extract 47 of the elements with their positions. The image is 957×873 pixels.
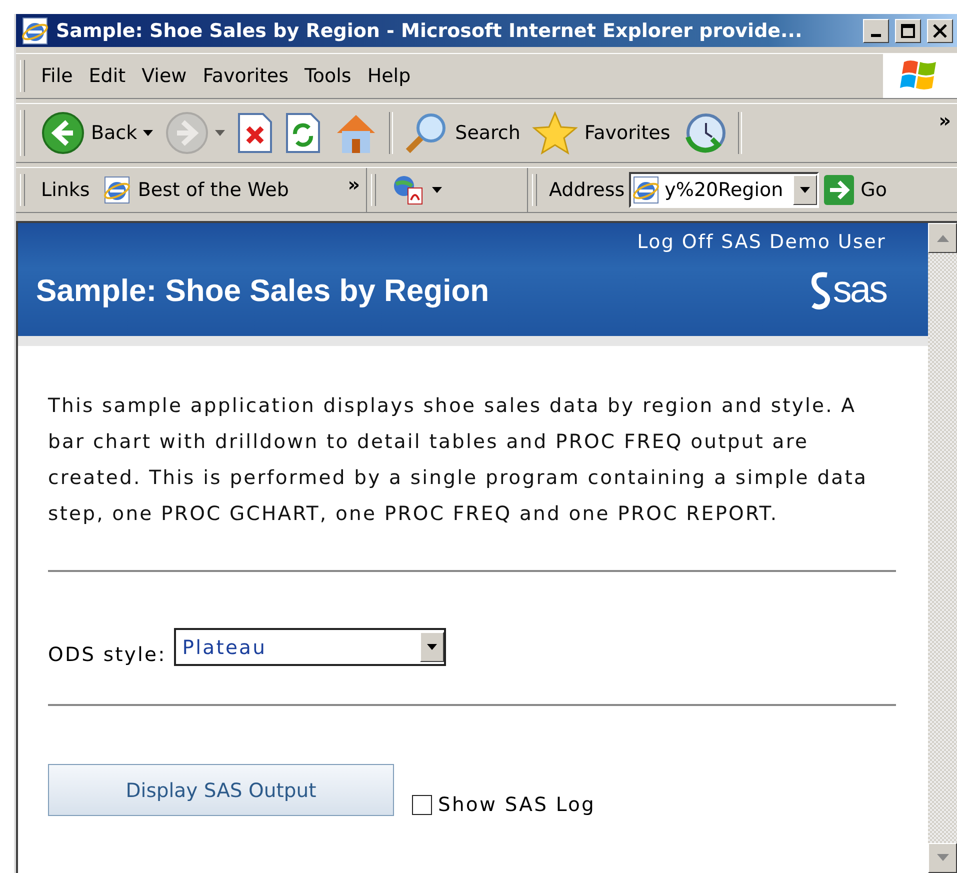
go-button[interactable]: Go — [818, 172, 892, 208]
menu-item[interactable]: Tools — [296, 61, 360, 91]
maximize-button[interactable] — [895, 18, 921, 42]
ods-style-select[interactable]: Plateau — [174, 628, 446, 666]
show-log-checkbox[interactable] — [412, 794, 432, 814]
close-button[interactable] — [927, 18, 953, 42]
display-output-button[interactable]: Display SAS Output — [48, 764, 394, 816]
favorite-link[interactable]: Best of the Web — [98, 173, 293, 207]
browser-page-icon — [20, 16, 50, 46]
menu-item[interactable]: View — [134, 61, 195, 91]
page-title: Sample: Shoe Sales by Region — [36, 272, 490, 308]
logo-text: sas — [832, 269, 886, 312]
search-button[interactable]: Search — [399, 109, 524, 157]
dropdown-arrow-icon — [800, 187, 810, 193]
back-button[interactable]: Back — [37, 109, 158, 157]
dropdown-arrow-icon — [427, 644, 438, 650]
window-title: Sample: Shoe Sales by Region - Microsoft Internet Explorer provide... — [56, 20, 804, 42]
scrollbar[interactable] — [928, 223, 957, 873]
address-label: Address — [548, 179, 626, 201]
ie-page-icon — [102, 175, 132, 205]
links-chevron[interactable]: » — [342, 174, 366, 196]
minimize-button[interactable] — [863, 18, 889, 42]
show-log-label: Show SAS Log — [438, 793, 596, 816]
address-field[interactable]: y%20Region — [628, 172, 819, 208]
caret-icon — [432, 187, 442, 193]
menu-item[interactable]: Favorites — [194, 61, 297, 91]
scroll-up-icon — [936, 234, 948, 242]
description-text: This sample application displays shoe sales data by region and style. A bar chart with drilldown to detail tables and PROC FREQ output are created. This is performed by a single program containing a simple data step, one PROC GCHART, one PROC FREQ and one PROC REPORT. — [48, 393, 869, 527]
menu-item[interactable]: Edit — [80, 61, 134, 91]
minimize-icon — [871, 34, 881, 36]
favorites-button[interactable]: Favorites — [528, 109, 674, 157]
ods-style-label: ODS style: — [48, 643, 166, 666]
menu-item[interactable]: File — [33, 61, 81, 91]
star-icon — [532, 111, 578, 155]
close-icon — [933, 24, 947, 38]
caret-icon — [215, 130, 226, 136]
ie-page-icon — [630, 175, 661, 205]
refresh-page-icon — [285, 112, 322, 154]
logoff-link[interactable]: Log Off SAS Demo User — [637, 231, 886, 253]
more-chevron[interactable]: » — [932, 110, 957, 132]
scroll-down-icon — [936, 854, 948, 862]
caret-icon — [143, 130, 154, 136]
maximize-icon — [901, 24, 915, 38]
stop-page-icon — [237, 112, 274, 154]
menu-item[interactable]: Help — [359, 61, 419, 91]
logo-mark-icon — [808, 270, 833, 310]
links-label: Links — [40, 179, 91, 201]
